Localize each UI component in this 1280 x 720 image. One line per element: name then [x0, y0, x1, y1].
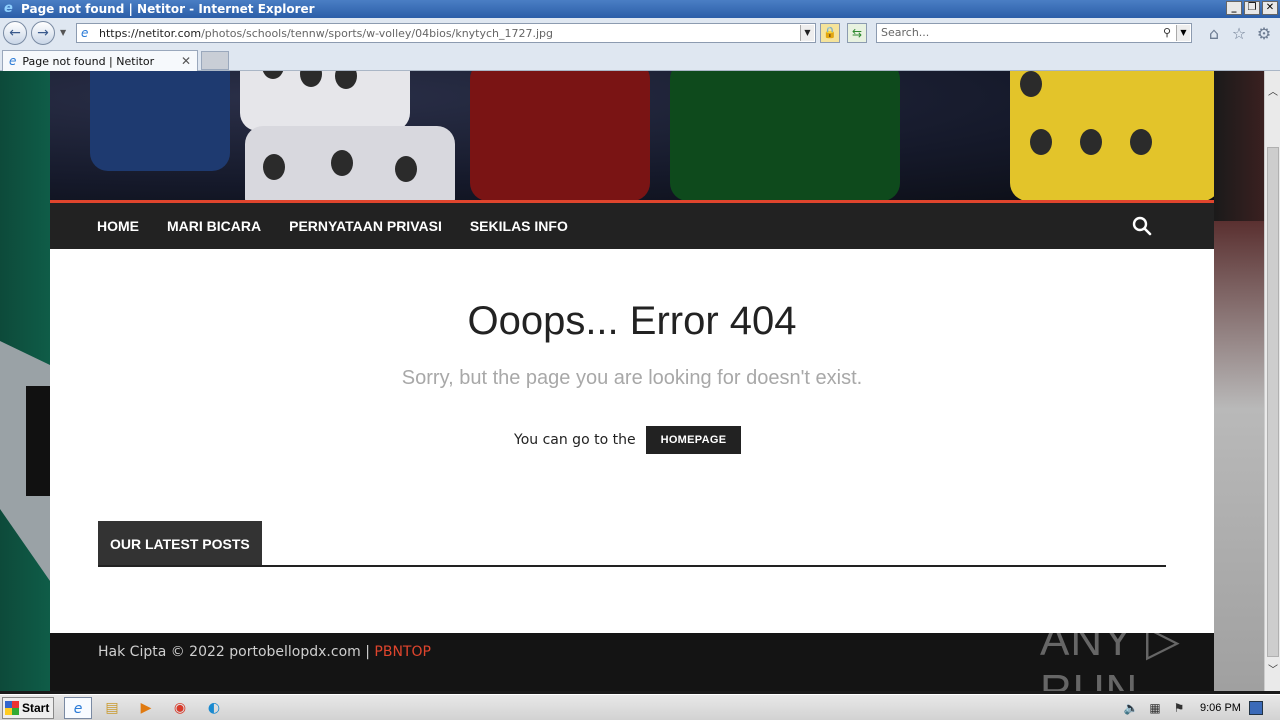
main-navigation: HOME MARI BICARA PERNYATAAN PRIVASI SEKI… [50, 203, 1214, 249]
navigation-bar: ← → ▼ e https://netitor.com/photos/schoo… [0, 18, 1280, 48]
new-tab-button[interactable] [201, 51, 229, 70]
nav-mari-bicara[interactable]: MARI BICARA [167, 218, 261, 234]
close-button[interactable]: ✕ [1262, 1, 1278, 15]
page-icon: e [81, 26, 89, 40]
header-banner [50, 71, 1214, 200]
background-decoration-right [1214, 221, 1264, 691]
footer: Hak Cipta © 2022 portobellopdx.com | PBN… [50, 616, 1214, 691]
goto-text: You can go to the [514, 432, 636, 448]
url-host: https://netitor.com [99, 26, 202, 40]
scroll-thumb[interactable] [1267, 147, 1279, 657]
die-green-image [670, 71, 900, 200]
tab-close-icon[interactable]: ✕ [181, 54, 191, 68]
system-tray: 🔈 ▦ ⚑ 9:06 PM [1122, 697, 1278, 719]
lock-icon[interactable]: 🔒 [820, 23, 840, 43]
homepage-button[interactable]: HOMEPAGE [645, 426, 742, 454]
tab-title: Page not found | Netitor [22, 54, 155, 68]
die-white-reflection-image [245, 126, 455, 200]
footer-copyright: Hak Cipta © 2022 portobellopdx.com | PBN… [98, 644, 431, 660]
main-content: Ooops... Error 404 Sorry, but the page y… [50, 249, 1214, 633]
tab-ie-icon: e [9, 54, 17, 68]
nav-pernyataan-privasi[interactable]: PERNYATAAN PRIVASI [289, 218, 442, 234]
die-blue-image [90, 71, 230, 171]
back-button[interactable]: ← [3, 21, 27, 45]
tab-bar: e Page not found | Netitor ✕ [0, 48, 1280, 71]
scroll-up-icon[interactable]: ︿ [1265, 85, 1280, 101]
footer-copyright-text: Hak Cipta © 2022 portobellopdx.com | [98, 644, 375, 660]
restore-button[interactable]: ❐ [1244, 1, 1260, 15]
ie-logo-icon: e [4, 1, 13, 16]
show-desktop-button[interactable] [1248, 701, 1263, 715]
taskbar-media-player-icon[interactable]: ▶ [132, 697, 160, 719]
tab-page-not-found[interactable]: e Page not found | Netitor ✕ [2, 50, 198, 71]
search-placeholder: Search... [881, 26, 930, 39]
footer-link-pbntop[interactable]: PBNTOP [374, 644, 431, 660]
error-subtitle: Sorry, but the page you are looking for … [401, 367, 863, 389]
volume-icon[interactable]: 🔈 [1122, 701, 1140, 715]
homepage-prompt: You can go to the HOMEPAGE [514, 426, 742, 454]
taskbar-ie-icon[interactable]: e [64, 697, 92, 719]
window-titlebar: e Page not found | Netitor - Internet Ex… [0, 0, 1280, 18]
minimize-button[interactable]: _ [1226, 1, 1242, 15]
taskbar-chrome-icon[interactable]: ◉ [166, 697, 194, 719]
die-yellow-image [1010, 71, 1214, 200]
nav-sekilas-info[interactable]: SEKILAS INFO [470, 218, 568, 234]
taskbar-edge-icon[interactable]: ◐ [200, 697, 228, 719]
taskbar: Start e ▤ ▶ ◉ ◐ 🔈 ▦ ⚑ 9:06 PM [0, 694, 1280, 720]
error-title: Ooops... Error 404 [467, 299, 797, 343]
favorites-icon[interactable]: ☆ [1230, 25, 1248, 43]
clock[interactable]: 9:06 PM [1200, 702, 1241, 714]
search-dropdown-icon[interactable]: ▼ [1176, 25, 1190, 41]
windows-logo-icon [5, 701, 19, 715]
latest-posts-section: OUR LATEST POSTS [98, 521, 1166, 567]
url-path: /photos/schools/tennw/sports/w-volley/04… [201, 26, 554, 40]
background-decoration-left-dark [26, 386, 50, 496]
history-dropdown-icon[interactable]: ▼ [60, 28, 66, 37]
vertical-scrollbar[interactable]: ︿ ﹀ [1264, 71, 1280, 691]
home-icon[interactable]: ⌂ [1205, 25, 1223, 43]
taskbar-explorer-icon[interactable]: ▤ [98, 697, 126, 719]
action-center-flag-icon[interactable]: ⚑ [1170, 701, 1188, 715]
gear-icon[interactable]: ⚙ [1255, 25, 1273, 43]
die-white-image [240, 71, 410, 131]
forward-button[interactable]: → [31, 21, 55, 45]
address-bar[interactable]: e https://netitor.com/photos/schools/ten… [76, 23, 816, 43]
search-icon[interactable]: ⚲ [1163, 24, 1171, 42]
address-dropdown-icon[interactable]: ▼ [800, 25, 814, 41]
nav-home[interactable]: HOME [97, 218, 139, 234]
search-input[interactable]: Search... ⚲ ▼ [876, 23, 1192, 43]
anyrun-watermark: ANY ▷ RUN [1040, 616, 1181, 691]
site-search-icon[interactable] [1132, 216, 1152, 236]
latest-posts-heading: OUR LATEST POSTS [98, 521, 262, 565]
page-viewport: HOME MARI BICARA PERNYATAAN PRIVASI SEKI… [0, 71, 1264, 691]
window-controls: _ ❐ ✕ [1226, 1, 1278, 15]
start-button[interactable]: Start [2, 697, 54, 719]
die-red-image [470, 71, 650, 200]
network-icon[interactable]: ▦ [1146, 701, 1164, 715]
start-label: Start [22, 701, 50, 715]
scroll-down-icon[interactable]: ﹀ [1265, 663, 1280, 679]
window-title: Page not found | Netitor - Internet Expl… [21, 2, 315, 16]
refresh-icon[interactable]: ⇆ [847, 23, 867, 43]
